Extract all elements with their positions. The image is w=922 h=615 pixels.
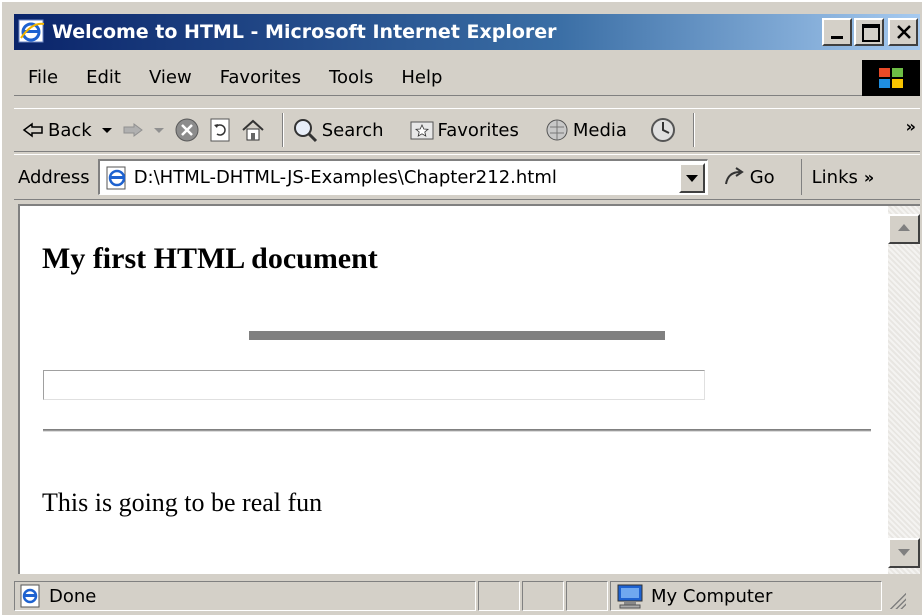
title-bar[interactable]: Welcome to HTML - Microsoft Internet Exp… [14, 14, 920, 50]
toolbar-separator [692, 113, 695, 147]
home-icon [242, 119, 264, 141]
menu-favorites[interactable]: Favorites [206, 67, 315, 88]
links-label: Links [811, 166, 858, 188]
scroll-up-button[interactable] [888, 214, 920, 244]
search-icon [293, 119, 317, 143]
go-label: Go [749, 166, 775, 188]
address-bar: Address D:\HTML-DHTML-JS-Examples\Chapte… [14, 154, 920, 200]
chevron-down-icon [101, 128, 112, 133]
media-icon [546, 119, 568, 141]
horizontal-rule [43, 429, 871, 432]
go-arrow-icon [724, 167, 744, 185]
windows-logo-icon [862, 60, 920, 96]
media-label: Media [572, 119, 627, 141]
toolbar-overflow-icon[interactable]: » [906, 117, 916, 136]
browser-window: Welcome to HTML - Microsoft Internet Exp… [0, 0, 922, 615]
back-arrow-icon [22, 122, 43, 138]
favorites-label: Favorites [437, 119, 519, 141]
back-button[interactable]: Back [22, 120, 114, 141]
menu-edit[interactable]: Edit [72, 67, 135, 88]
status-panel [478, 581, 520, 611]
links-overflow-icon: » [863, 167, 875, 187]
standard-toolbar: Back Search Favorites Media » [14, 108, 920, 152]
horizontal-rule [43, 370, 705, 400]
resize-grip[interactable] [884, 581, 908, 611]
media-button[interactable]: Media [545, 118, 627, 142]
horizontal-rule [249, 331, 665, 340]
scroll-down-button[interactable] [888, 538, 920, 568]
search-label: Search [321, 119, 384, 141]
links-toolbar[interactable]: Links » [800, 159, 875, 195]
status-bar: Done My Computer [14, 578, 920, 614]
menu-bar: File Edit View Favorites Tools Help [14, 60, 920, 96]
ie-logo-icon [18, 19, 45, 43]
stop-button[interactable] [174, 117, 200, 143]
window-controls [820, 18, 918, 46]
address-label: Address [18, 166, 90, 188]
page-icon [106, 166, 126, 189]
favorites-button[interactable]: Favorites [410, 119, 519, 141]
zone-text: My Computer [651, 585, 773, 607]
refresh-button[interactable] [208, 117, 232, 143]
status-panel [566, 581, 608, 611]
security-zone-panel: My Computer [610, 581, 882, 611]
history-icon [650, 118, 675, 142]
status-text: Done [49, 585, 97, 607]
address-input[interactable]: D:\HTML-DHTML-JS-Examples\Chapter212.htm… [97, 159, 708, 195]
minimize-button[interactable] [822, 18, 852, 46]
vertical-scrollbar[interactable] [888, 204, 920, 574]
history-button[interactable] [649, 116, 677, 144]
close-icon [897, 25, 911, 39]
back-label: Back [48, 119, 92, 141]
window-title: Welcome to HTML - Microsoft Internet Exp… [52, 21, 557, 43]
forward-button[interactable] [122, 122, 166, 138]
page-done-icon [20, 584, 40, 608]
stop-icon [175, 118, 199, 142]
close-button[interactable] [888, 18, 918, 46]
forward-arrow-icon [123, 123, 143, 137]
page-paragraph: This is going to be real fun [42, 488, 323, 517]
refresh-icon [210, 118, 230, 142]
go-button[interactable]: Go [722, 166, 775, 188]
home-button[interactable] [240, 118, 266, 142]
page-content: My first HTML document This is going to … [18, 204, 888, 574]
address-dropdown-button[interactable] [678, 163, 705, 193]
menu-tools[interactable]: Tools [315, 67, 387, 88]
address-url: D:\HTML-DHTML-JS-Examples\Chapter212.htm… [133, 167, 557, 188]
menu-file[interactable]: File [14, 67, 72, 88]
menu-view[interactable]: View [135, 67, 206, 88]
my-computer-icon [617, 584, 643, 609]
status-panel [522, 581, 564, 611]
toolbar-separator [281, 113, 284, 147]
page-heading: My first HTML document [42, 242, 378, 275]
maximize-button[interactable] [854, 18, 884, 46]
chevron-down-icon [153, 128, 164, 133]
menu-help[interactable]: Help [387, 67, 456, 88]
search-button[interactable]: Search [292, 117, 384, 143]
favorites-star-icon [410, 121, 434, 140]
status-text-panel: Done [14, 581, 476, 611]
